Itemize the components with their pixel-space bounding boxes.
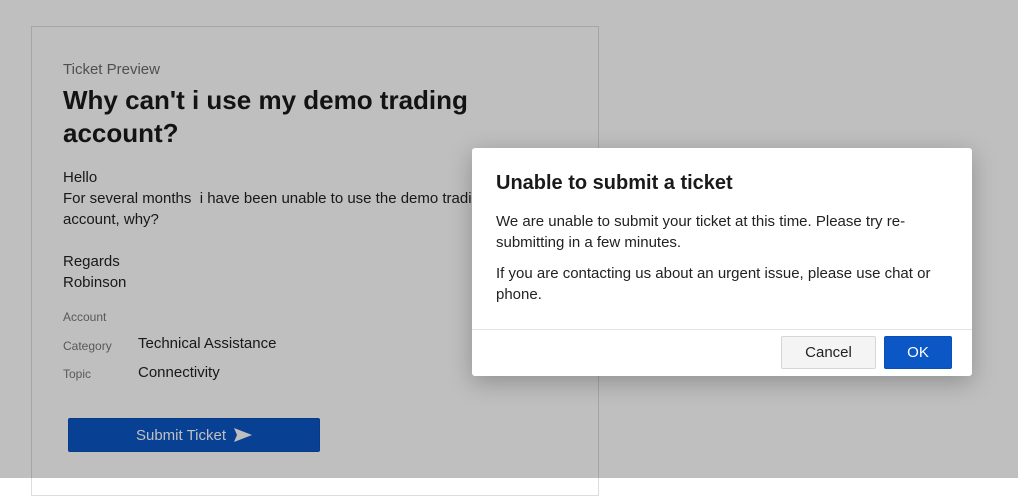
error-dialog: Unable to submit a ticket We are unable … xyxy=(472,148,972,376)
dialog-urgent-note: If you are contacting us about an urgent… xyxy=(496,265,931,303)
cancel-button[interactable]: Cancel xyxy=(781,336,876,369)
ok-button[interactable]: OK xyxy=(884,336,952,369)
dialog-message: We are unable to submit your ticket at t… xyxy=(496,213,906,251)
dialog-title: Unable to submit a ticket xyxy=(496,172,733,194)
dialog-divider xyxy=(472,329,972,330)
